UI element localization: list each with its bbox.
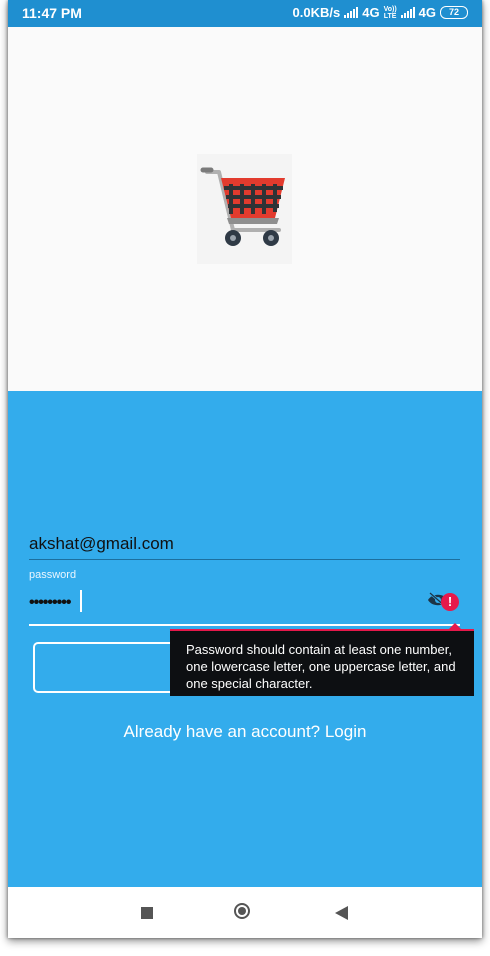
error-icon: !: [441, 593, 459, 611]
header-area: [8, 27, 482, 391]
status-time: 11:47 PM: [22, 5, 82, 21]
triangle-back-icon[interactable]: [335, 906, 348, 920]
form-area: akshat@gmail.com password ••••••••• ! Al…: [8, 391, 482, 887]
square-icon[interactable]: [141, 907, 153, 919]
error-tooltip: Password should contain at least one num…: [170, 623, 474, 696]
password-value: •••••••••: [29, 594, 71, 611]
text-cursor: [80, 590, 82, 612]
email-field[interactable]: akshat@gmail.com: [29, 533, 460, 560]
phone-screen: 11:47 PM 0.0KB/s 4G Vo)) LTE 4G 72 aksha…: [8, 0, 482, 938]
password-field[interactable]: ••••••••• !: [29, 586, 460, 626]
navigation-bar: [8, 887, 482, 938]
shopping-cart-icon: [197, 154, 292, 264]
network-type-1: 4G: [362, 5, 380, 20]
signal-icon: [344, 7, 359, 18]
volte-icon: Vo)) LTE: [383, 5, 397, 20]
battery-icon: 72: [440, 6, 468, 19]
login-link[interactable]: Already have an account? Login: [8, 722, 482, 742]
password-label: password: [29, 569, 77, 581]
network-speed: 0.0KB/s: [292, 5, 341, 20]
status-bar: 11:47 PM 0.0KB/s 4G Vo)) LTE 4G 72: [8, 0, 482, 27]
status-icons: 0.0KB/s 4G Vo)) LTE 4G 72: [293, 5, 468, 20]
circle-icon[interactable]: [234, 903, 250, 919]
signal-icon-2: [400, 7, 415, 18]
network-type-2: 4G: [418, 5, 436, 20]
